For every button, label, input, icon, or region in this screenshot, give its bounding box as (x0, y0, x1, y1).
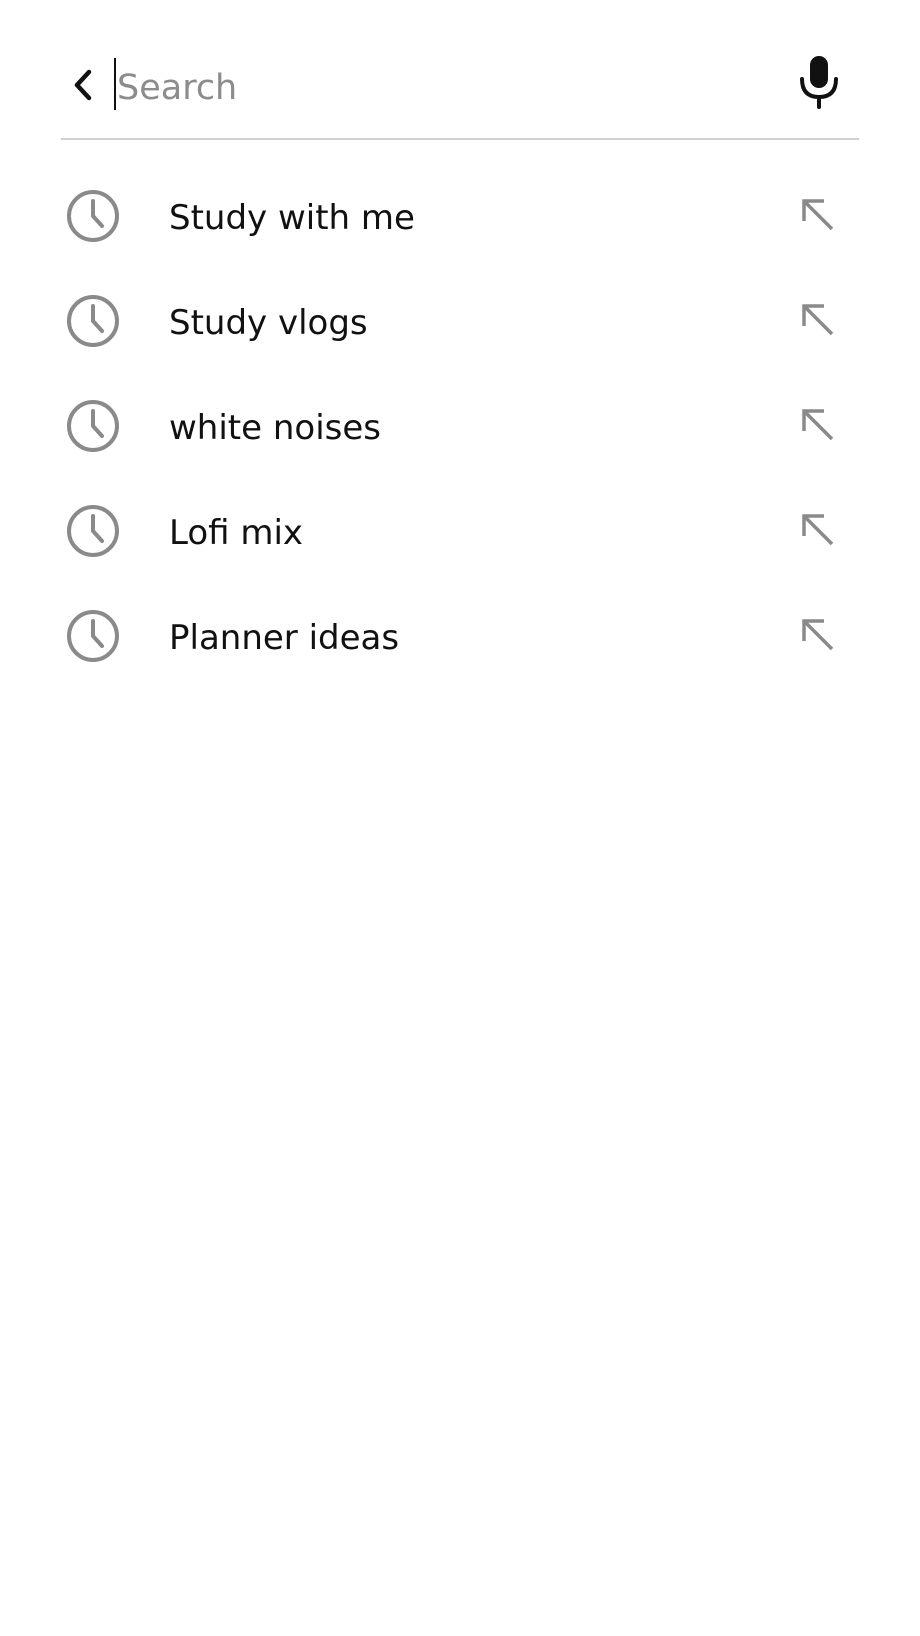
voice-search-button[interactable] (789, 50, 849, 114)
list-item[interactable]: Lofi mix (61, 482, 859, 587)
clock-icon (66, 294, 120, 348)
text-caret (114, 58, 116, 110)
chevron-left-icon (74, 69, 92, 101)
search-suggestions-list: Study with me Study vlogs white noises L… (61, 167, 859, 692)
arrow-up-left-icon (802, 514, 834, 546)
list-item[interactable]: white noises (61, 377, 859, 482)
clock-icon (66, 504, 120, 558)
suggestion-label: Lofi mix (169, 513, 304, 553)
suggestion-label: Planner ideas (169, 618, 400, 658)
fill-query-button[interactable] (798, 405, 838, 445)
back-button[interactable] (61, 58, 105, 112)
arrow-up-left-icon (802, 619, 834, 651)
list-item[interactable]: Study vlogs (61, 272, 859, 377)
search-bar (61, 44, 859, 140)
clock-icon (66, 609, 120, 663)
search-screen: Study with me Study vlogs (0, 0, 920, 1636)
list-item[interactable]: Study with me (61, 167, 859, 272)
suggestion-label: Study vlogs (169, 303, 368, 343)
microphone-icon (800, 56, 838, 109)
arrow-up-left-icon (802, 199, 834, 231)
fill-query-button[interactable] (798, 615, 838, 655)
fill-query-button[interactable] (798, 300, 838, 340)
list-item[interactable]: Planner ideas (61, 587, 859, 692)
clock-icon (66, 189, 120, 243)
fill-query-button[interactable] (798, 195, 838, 235)
search-input[interactable] (113, 58, 737, 118)
arrow-up-left-icon (802, 304, 834, 336)
fill-query-button[interactable] (798, 510, 838, 550)
suggestion-label: white noises (169, 408, 382, 448)
clock-icon (66, 399, 120, 453)
suggestion-label: Study with me (169, 198, 415, 238)
arrow-up-left-icon (802, 409, 834, 441)
